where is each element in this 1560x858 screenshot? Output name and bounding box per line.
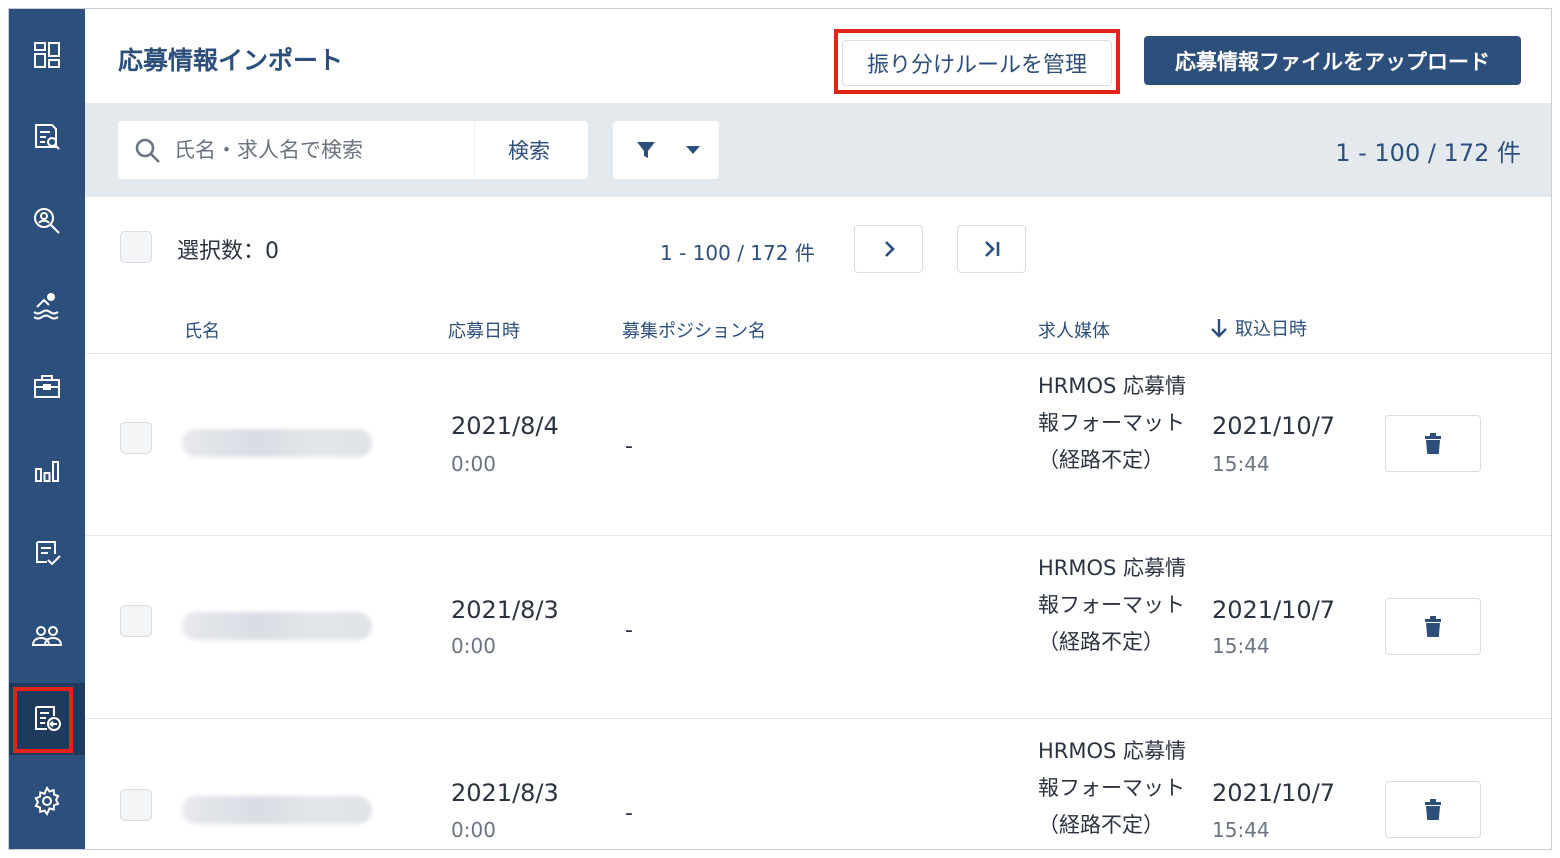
- filter-dropdown-button[interactable]: [613, 121, 719, 179]
- candidate-name-blurred[interactable]: [182, 796, 372, 824]
- sidebar-item-swimmer[interactable]: [9, 268, 85, 340]
- row-checkbox[interactable]: [120, 605, 152, 637]
- table-row: 2021/8/3 0:00 - HRMOS 応募情報フォーマット（経路不定） 2…: [85, 719, 1551, 849]
- column-header-position[interactable]: 募集ポジション名: [622, 317, 766, 343]
- pager-row: 選択数：0 1 - 100 / 172 件: [85, 197, 1551, 307]
- sidebar-item-document-search[interactable]: [9, 102, 85, 174]
- next-page-button[interactable]: [854, 225, 923, 273]
- job-media: HRMOS 応募情報フォーマット（経路不定）: [1038, 374, 1187, 472]
- search-input[interactable]: [174, 131, 464, 169]
- delete-button[interactable]: [1385, 781, 1481, 838]
- column-header-imported-label: 取込日時: [1235, 319, 1307, 340]
- applied-time: 0:00: [451, 634, 496, 658]
- candidate-name-blurred[interactable]: [182, 612, 372, 640]
- trash-icon: [1425, 798, 1441, 820]
- page-header: 応募情報インポート 振り分けルールを管理 応募情報ファイルをアップロード: [85, 9, 1551, 103]
- sidebar-item-dashboard[interactable]: [9, 19, 85, 91]
- column-header-media[interactable]: 求人媒体: [1038, 317, 1110, 343]
- pager-range: 1 - 100 / 172 件: [660, 241, 815, 265]
- sidebar: [9, 9, 85, 849]
- delete-button[interactable]: [1385, 598, 1481, 655]
- trash-icon: [1425, 615, 1441, 637]
- sidebar-item-users[interactable]: [9, 600, 85, 672]
- users-icon: [31, 626, 63, 646]
- applied-date: 2021/8/4: [451, 412, 559, 440]
- table-row: 2021/8/3 0:00 - HRMOS 応募情報フォーマット（経路不定） 2…: [85, 536, 1551, 719]
- dashboard-icon: [34, 42, 60, 68]
- applied-date: 2021/8/3: [451, 596, 559, 624]
- result-count: 1 - 100 / 172 件: [1335, 139, 1521, 167]
- position-name: -: [625, 434, 633, 459]
- filter-icon: [637, 142, 655, 158]
- last-page-icon: [984, 241, 999, 257]
- swimmer-icon: [33, 293, 59, 320]
- briefcase-icon: [34, 375, 60, 398]
- import-date: 2021/10/7: [1212, 596, 1336, 624]
- document-search-icon: [35, 124, 60, 150]
- select-all-checkbox[interactable]: [120, 231, 152, 263]
- applied-time: 0:00: [451, 818, 496, 842]
- sidebar-item-reports[interactable]: [9, 434, 85, 506]
- selected-count: 選択数：0: [177, 239, 279, 264]
- search-divider: [474, 121, 475, 179]
- import-date: 2021/10/7: [1212, 779, 1336, 807]
- upload-file-button[interactable]: 応募情報ファイルをアップロード: [1144, 36, 1521, 85]
- bar-chart-icon: [35, 461, 59, 482]
- import-time: 15:44: [1212, 818, 1270, 842]
- search-box: 検索: [118, 121, 588, 179]
- column-header-name[interactable]: 氏名: [184, 317, 220, 343]
- trash-icon: [1425, 432, 1441, 454]
- search-button[interactable]: 検索: [508, 135, 550, 165]
- position-name: -: [625, 618, 633, 643]
- search-icon: [135, 138, 160, 163]
- sidebar-item-jobs[interactable]: [9, 351, 85, 423]
- table-row: 2021/8/4 0:00 - HRMOS 応募情報フォーマット（経路不定） 2…: [85, 354, 1551, 536]
- applied-time: 0:00: [451, 452, 496, 476]
- arrow-down-icon: [1211, 319, 1227, 338]
- main-content: 応募情報インポート 振り分けルールを管理 応募情報ファイルをアップロード 検索: [85, 9, 1551, 849]
- sidebar-item-candidate-search[interactable]: [9, 185, 85, 257]
- manage-rules-button[interactable]: 振り分けルールを管理: [842, 40, 1112, 86]
- chevron-right-icon: [884, 241, 895, 257]
- delete-button[interactable]: [1385, 415, 1481, 472]
- sidebar-item-checklist[interactable]: [9, 517, 85, 589]
- column-header-applied[interactable]: 応募日時: [448, 317, 520, 343]
- search-toolbar: 検索 1 - 100 / 172 件: [85, 103, 1551, 197]
- sidebar-highlight-box: [13, 687, 73, 753]
- position-name: -: [625, 801, 633, 826]
- import-time: 15:44: [1212, 452, 1270, 476]
- row-checkbox[interactable]: [120, 789, 152, 821]
- chevron-down-icon: [686, 146, 700, 154]
- gear-icon: [34, 785, 60, 817]
- row-checkbox[interactable]: [120, 422, 152, 454]
- applied-date: 2021/8/3: [451, 779, 559, 807]
- sidebar-item-settings[interactable]: [9, 765, 85, 837]
- job-media: HRMOS 応募情報フォーマット（経路不定）: [1038, 556, 1187, 654]
- candidate-name-blurred[interactable]: [182, 429, 372, 457]
- page-title: 応募情報インポート: [118, 46, 344, 75]
- checklist-icon: [36, 541, 61, 566]
- last-page-button[interactable]: [957, 225, 1026, 273]
- import-time: 15:44: [1212, 634, 1270, 658]
- app-window: 応募情報インポート 振り分けルールを管理 応募情報ファイルをアップロード 検索: [8, 8, 1552, 850]
- column-header-imported[interactable]: 取込日時: [1209, 315, 1307, 341]
- import-date: 2021/10/7: [1212, 412, 1336, 440]
- job-media: HRMOS 応募情報フォーマット（経路不定）: [1038, 739, 1187, 837]
- candidate-search-icon: [34, 208, 60, 234]
